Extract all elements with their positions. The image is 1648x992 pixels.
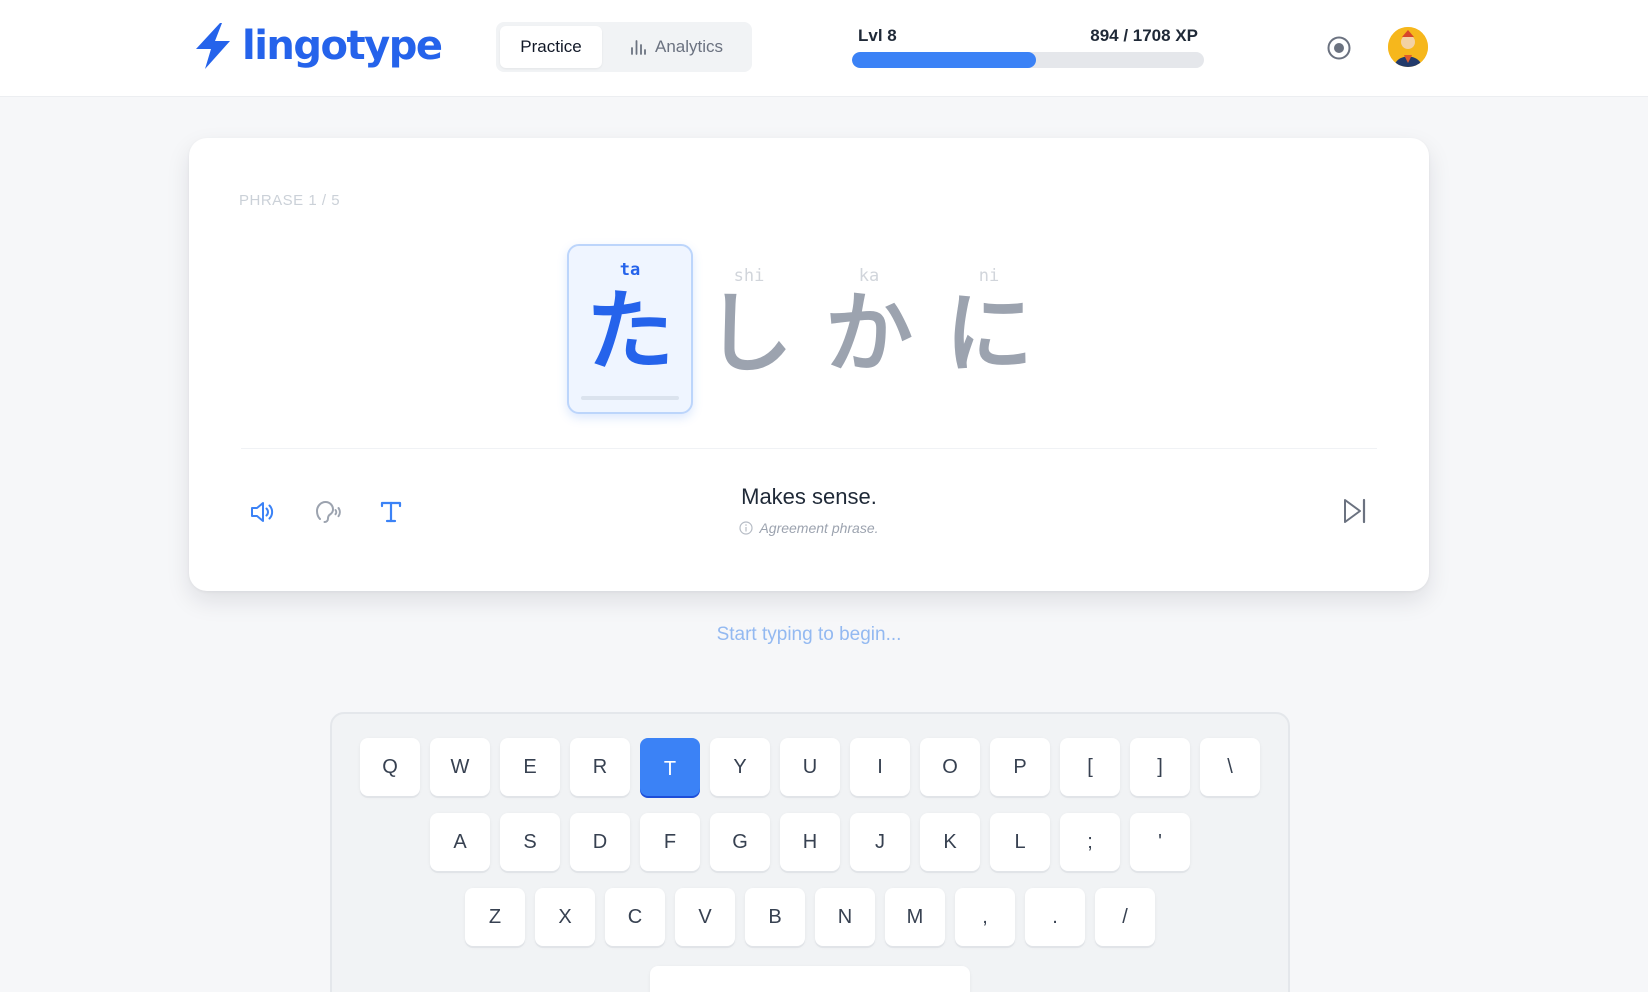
key-'[interactable]: ' [1130, 813, 1190, 871]
key-J[interactable]: J [850, 813, 910, 871]
user-avatar[interactable] [1388, 27, 1428, 67]
phrase-translation: Makes sense. [741, 484, 877, 509]
key-Y[interactable]: Y [710, 738, 770, 796]
key-B[interactable]: B [745, 888, 805, 946]
kana-char-active: ta た [567, 244, 693, 414]
key-K[interactable]: K [920, 813, 980, 871]
key-Z[interactable]: Z [465, 888, 525, 946]
key-P[interactable]: P [990, 738, 1050, 796]
phrase-note-text: Agreement phrase. [759, 520, 879, 536]
key-][interactable]: ] [1130, 738, 1190, 796]
record-button[interactable] [1326, 35, 1352, 61]
text-icon [380, 501, 402, 523]
skip-phrase-button[interactable] [1337, 494, 1371, 528]
phrase-note: Agreement phrase. [609, 520, 1009, 536]
record-icon [1327, 36, 1351, 60]
key-I[interactable]: I [850, 738, 910, 796]
skip-forward-icon [1344, 498, 1366, 524]
key-.[interactable]: . [1025, 888, 1085, 946]
top-bar: lingotype Practice Analytics Lvl 8 894 /… [0, 0, 1648, 97]
practice-card: PHRASE 1 / 5 ta た shi し ka か ni に Makes … [189, 138, 1429, 591]
key-G[interactable]: G [710, 813, 770, 871]
xp-progress-bar [852, 52, 1204, 68]
key-D[interactable]: D [570, 813, 630, 871]
key-Q[interactable]: Q [360, 738, 420, 796]
level-progress: Lvl 8 894 / 1708 XP [852, 26, 1204, 70]
key-C[interactable]: C [605, 888, 665, 946]
kana-glyph: に [944, 282, 1033, 385]
app-name: lingotype [242, 23, 443, 69]
listen-icon [315, 500, 341, 523]
xp-label: 894 / 1708 XP [1090, 26, 1198, 45]
key-T[interactable]: T [640, 738, 700, 796]
kana-glyph: し [704, 282, 793, 385]
level-label: Lvl 8 [858, 26, 897, 45]
key-R[interactable]: R [570, 738, 630, 796]
key-A[interactable]: A [430, 813, 490, 871]
kana-romaji: ta [619, 260, 641, 280]
tab-analytics-label: Analytics [654, 37, 724, 56]
app-logo[interactable]: lingotype [190, 20, 443, 72]
spacebar-key[interactable] [650, 966, 970, 992]
virtual-keyboard: Q W E R T Y U I O P[] \ A S D F G H J K L; ' Z X C V B N M,. / [330, 712, 1290, 992]
listen-mode-button[interactable] [311, 496, 343, 528]
toggle-text-button[interactable] [375, 496, 407, 528]
speaker-icon [251, 502, 274, 522]
main-nav-tabs: Practice Analytics [496, 22, 752, 72]
xp-progress-fill [852, 52, 1037, 68]
tab-practice-label: Practice [520, 37, 582, 56]
key-X[interactable]: X [535, 888, 595, 946]
tab-practice[interactable]: Practice [500, 26, 602, 68]
tab-analytics[interactable]: Analytics [606, 26, 746, 68]
key-M[interactable]: M [885, 888, 945, 946]
key-U[interactable]: U [780, 738, 840, 796]
key-L[interactable]: L [990, 813, 1050, 871]
key-,[interactable]: , [955, 888, 1015, 946]
card-divider [241, 448, 1377, 449]
keyboard-row-bottom: Z X C V B N M,. / [465, 888, 1155, 946]
info-icon [739, 521, 754, 535]
kana-glyph: た [585, 280, 674, 383]
kana-char: ka か [809, 266, 929, 382]
kana-glyph: か [824, 282, 913, 385]
key-O[interactable]: O [920, 738, 980, 796]
kana-char: ni に [929, 266, 1049, 382]
key-[[interactable]: [ [1060, 738, 1120, 796]
kana-char: shi し [689, 266, 809, 382]
char-progress-line [581, 396, 679, 400]
key-/[interactable]: / [1095, 888, 1155, 946]
key-V[interactable]: V [675, 888, 735, 946]
key-S[interactable]: S [500, 813, 560, 871]
kana-sequence: ta た shi し ka か ni に [189, 138, 1429, 438]
key-W[interactable]: W [430, 738, 490, 796]
key-H[interactable]: H [780, 813, 840, 871]
play-audio-button[interactable] [246, 496, 278, 528]
key-;[interactable]: ; [1060, 813, 1120, 871]
key-N[interactable]: N [815, 888, 875, 946]
keyboard-row-top: Q W E R T Y U I O P[] \ [360, 738, 1260, 796]
keyboard-row-home: A S D F G H J K L; ' [430, 813, 1190, 871]
bar-chart-icon [631, 40, 646, 55]
key-E[interactable]: E [500, 738, 560, 796]
start-typing-hint: Start typing to begin... [716, 624, 902, 645]
key-F[interactable]: F [640, 813, 700, 871]
avatar-image [1388, 27, 1428, 67]
lightning-bolt-icon [196, 23, 230, 69]
key-\[interactable]: \ [1200, 738, 1260, 796]
